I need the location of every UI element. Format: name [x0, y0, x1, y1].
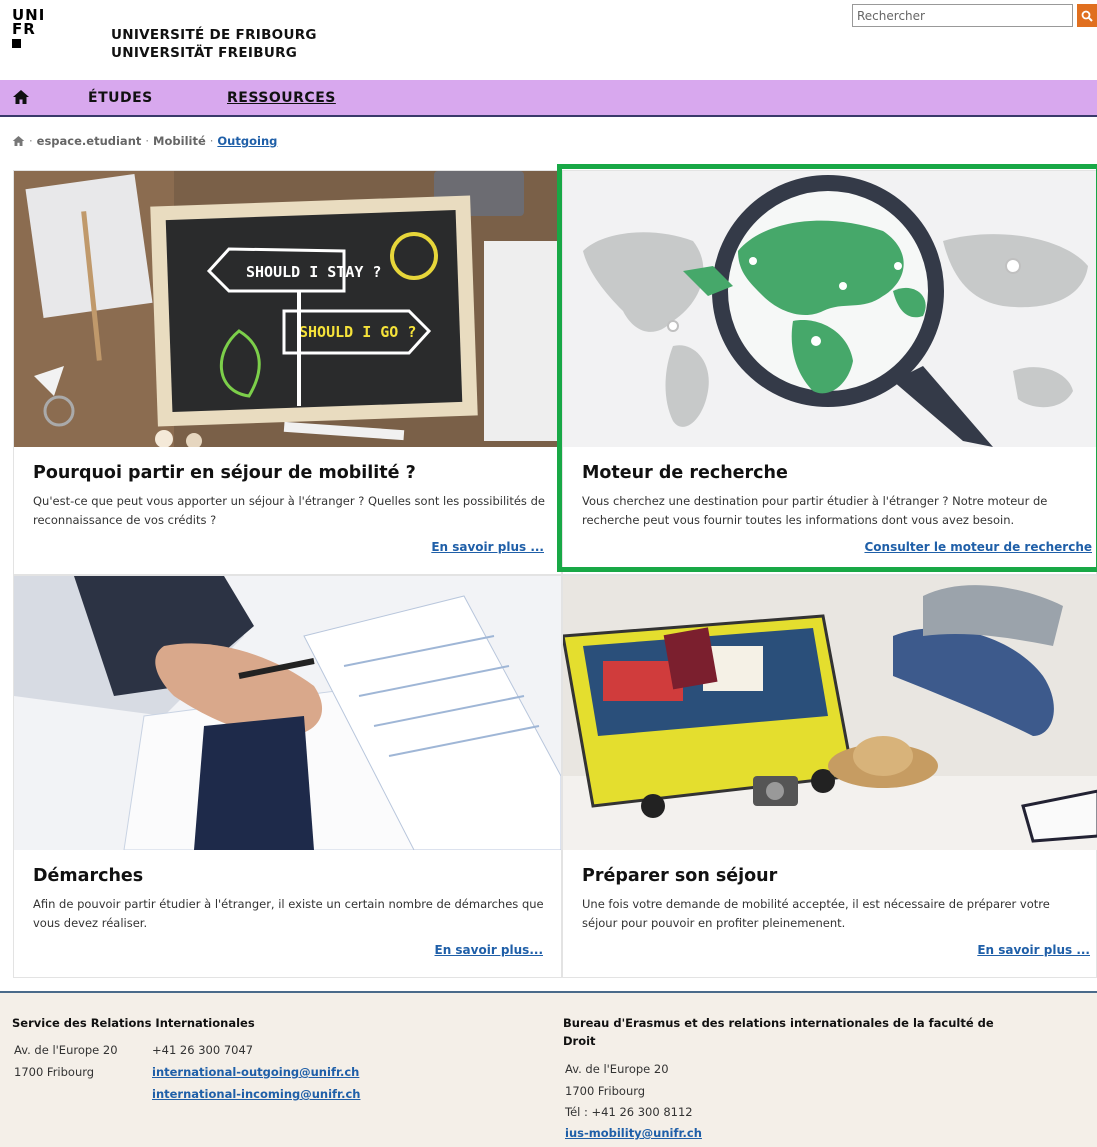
- search-icon: [1081, 10, 1093, 22]
- breadcrumb-home-icon[interactable]: [12, 135, 25, 147]
- logo-square: [12, 39, 21, 48]
- footer-left-title: Service des Relations Internationales: [12, 1016, 255, 1030]
- card-prepare-stay: Préparer son séjour Une fois votre deman…: [562, 575, 1097, 978]
- breadcrumb-item[interactable]: espace.etudiant: [37, 134, 142, 148]
- breadcrumb-separator: ·: [209, 134, 214, 148]
- home-icon: [13, 90, 29, 104]
- university-name-fr: UNIVERSITÉ DE FRIBOURG: [111, 27, 317, 43]
- card-text: Afin de pouvoir partir étudier à l'étran…: [33, 897, 544, 930]
- card-link-read-more[interactable]: En savoir plus ...: [977, 943, 1090, 957]
- site-footer: Service des Relations Internationales Av…: [0, 991, 1097, 1147]
- footer-left-address-line1: Av. de l'Europe 20: [14, 1043, 118, 1057]
- sign-stay-text: SHOULD I STAY ?: [246, 263, 381, 281]
- footer-left-address-line2: 1700 Fribourg: [14, 1065, 95, 1079]
- card-image-forms[interactable]: [14, 576, 561, 850]
- footer-right-address-line1: Av. de l'Europe 20: [565, 1062, 669, 1076]
- logo-line2: FR: [12, 20, 36, 38]
- card-text: Une fois votre demande de mobilité accep…: [582, 897, 1050, 930]
- nav-item-etudes[interactable]: ÉTUDES: [88, 90, 153, 106]
- breadcrumb-item[interactable]: Mobilité: [153, 134, 206, 148]
- card-search-engine: Moteur de recherche Vous cherchez une de…: [562, 170, 1097, 575]
- card-image-chalkboard[interactable]: SHOULD I STAY ? SHOULD I GO ?: [14, 171, 561, 447]
- breadcrumb-separator: ·: [29, 134, 33, 148]
- footer-right-title-line1: Bureau d'Erasmus et des relations intern…: [563, 1016, 994, 1030]
- card-title: Moteur de recherche: [582, 463, 788, 483]
- card-title: Pourquoi partir en séjour de mobilité ?: [33, 463, 416, 483]
- search-input[interactable]: [852, 4, 1073, 27]
- footer-email-incoming-link[interactable]: international-incoming@unifr.ch: [152, 1083, 360, 1105]
- card-image-world-map[interactable]: [563, 171, 1097, 447]
- breadcrumb-current[interactable]: Outgoing: [217, 134, 277, 148]
- search-button[interactable]: [1077, 4, 1097, 27]
- footer-right-address-line2: 1700 Fribourg: [565, 1084, 646, 1098]
- unifr-logo[interactable]: UNI FR: [12, 8, 45, 48]
- footer-left-phone: +41 26 300 7047: [152, 1043, 254, 1057]
- card-link-read-more[interactable]: En savoir plus...: [435, 943, 544, 957]
- footer-email-ius-link[interactable]: ius-mobility@unifr.ch: [565, 1122, 702, 1144]
- card-link-search-engine[interactable]: Consulter le moteur de recherche: [864, 540, 1092, 554]
- sign-go-text: SHOULD I GO ?: [299, 323, 416, 341]
- card-text: Vous cherchez une destination pour parti…: [582, 494, 1048, 527]
- footer-email-outgoing-link[interactable]: international-outgoing@unifr.ch: [152, 1061, 359, 1083]
- card-image-suitcase[interactable]: [563, 576, 1097, 850]
- card-procedures: Démarches Afin de pouvoir partir étudier…: [13, 575, 562, 978]
- main-nav: ÉTUDES RESSOURCES: [0, 80, 1097, 117]
- university-name-de: UNIVERSITÄT FREIBURG: [111, 45, 298, 61]
- nav-home[interactable]: [12, 89, 30, 109]
- breadcrumb: · espace.etudiant · Mobilité · Outgoing: [12, 134, 277, 148]
- footer-right-phone: Tél : +41 26 300 8112: [565, 1105, 693, 1119]
- site-header: UNI FR UNIVERSITÉ DE FRIBOURG UNIVERSITÄ…: [0, 0, 1097, 80]
- card-title: Démarches: [33, 866, 144, 886]
- card-mobility-why: SHOULD I STAY ? SHOULD I GO ? Pourquoi p…: [13, 170, 562, 575]
- card-title: Préparer son séjour: [582, 866, 778, 886]
- card-text: Qu'est-ce que peut vous apporter un séjo…: [33, 494, 545, 527]
- footer-right-title-line2: Droit: [563, 1034, 596, 1048]
- breadcrumb-separator: ·: [145, 134, 150, 148]
- university-name[interactable]: UNIVERSITÉ DE FRIBOURG UNIVERSITÄT FREIB…: [111, 26, 317, 62]
- card-link-read-more[interactable]: En savoir plus ...: [431, 540, 544, 554]
- nav-item-ressources[interactable]: RESSOURCES: [227, 90, 336, 106]
